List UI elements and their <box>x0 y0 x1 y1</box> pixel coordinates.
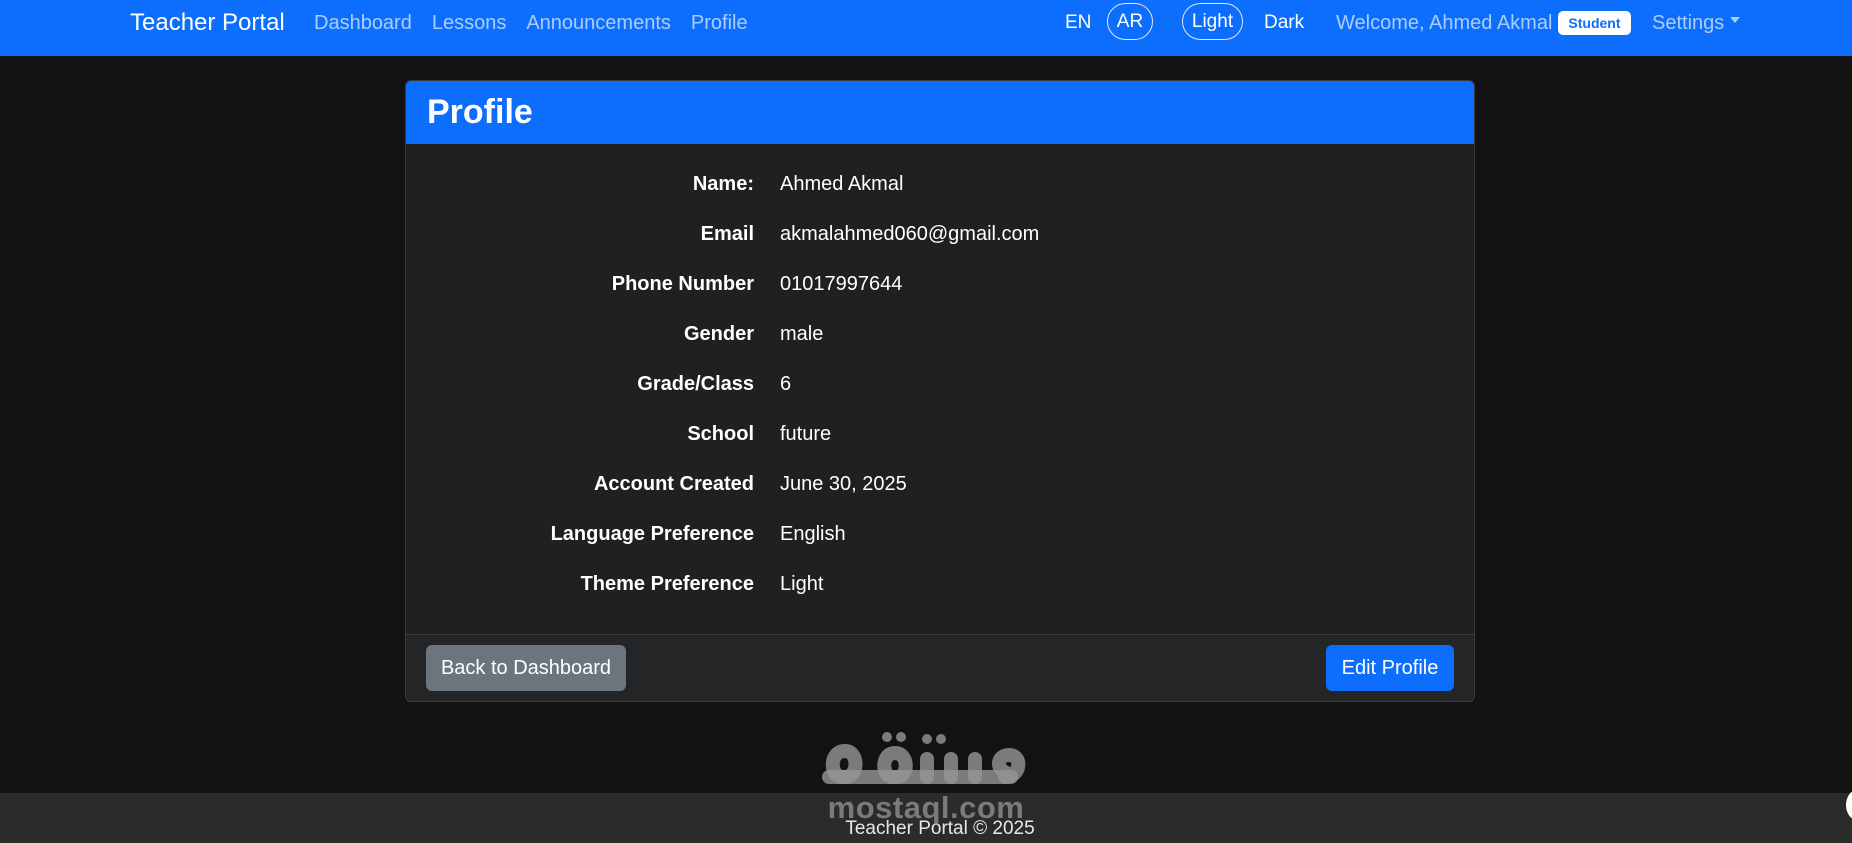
field-value: 6 <box>780 373 792 395</box>
nav-link-dashboard[interactable]: Dashboard <box>314 10 412 36</box>
mostaql-latin-text: mostaql.com <box>827 790 1025 825</box>
profile-card: Profile Name: Ahmed Akmal Email akmalahm… <box>405 80 1475 702</box>
field-label: Language Preference <box>550 523 754 545</box>
field-value: future <box>780 423 832 445</box>
profile-row-email: Email akmalahmed060@gmail.com <box>406 210 1474 260</box>
profile-row-theme: Theme Preference Light <box>406 560 1474 610</box>
field-label: Gender <box>683 323 754 345</box>
theme-dark-button[interactable]: Dark <box>1264 10 1304 36</box>
settings-label: Settings <box>1652 12 1725 34</box>
field-value: Ahmed Akmal <box>780 173 904 195</box>
field-value: 01017997644 <box>780 273 903 295</box>
top-navbar: Teacher Portal Dashboard Lessons Announc… <box>0 0 1852 56</box>
field-value: June 30, 2025 <box>780 473 907 495</box>
profile-row-grade: Grade/Class 6 <box>406 360 1474 410</box>
field-label: Phone Number <box>611 273 754 295</box>
field-value: English <box>780 523 846 545</box>
profile-card-footer: Back to Dashboard Edit Profile <box>406 634 1474 701</box>
profile-card-header: Profile <box>406 81 1474 144</box>
nav-link-lessons[interactable]: Lessons <box>432 10 507 36</box>
welcome-message: Welcome, Ahmed Akmal Student <box>1336 10 1631 36</box>
field-label: Name: <box>692 173 754 195</box>
lang-en-button[interactable]: EN <box>1065 10 1091 36</box>
page-title: Profile <box>427 93 533 131</box>
mostaql-arabic-logo <box>822 732 1026 784</box>
field-label: Theme Preference <box>580 573 754 595</box>
field-label: Account Created <box>593 473 754 495</box>
field-label: Grade/Class <box>637 373 754 395</box>
profile-row-account-created: Account Created June 30, 2025 <box>406 460 1474 510</box>
settings-dropdown[interactable]: Settings <box>1652 10 1741 36</box>
field-label: School <box>687 423 754 445</box>
theme-light-button[interactable]: Light <box>1182 3 1243 40</box>
welcome-text: Welcome, Ahmed Akmal <box>1336 12 1553 34</box>
profile-row-school: School future <box>406 410 1474 460</box>
caret-down-icon <box>1730 17 1741 23</box>
back-to-dashboard-button[interactable]: Back to Dashboard <box>426 645 626 691</box>
field-value: male <box>780 323 824 345</box>
lang-ar-button[interactable]: AR <box>1107 3 1153 40</box>
profile-row-gender: Gender male <box>406 310 1474 360</box>
mostaql-watermark: mostaql.com <box>815 725 1037 825</box>
field-value: akmalahmed060@gmail.com <box>780 223 1040 245</box>
profile-row-phone: Phone Number 01017997644 <box>406 260 1474 310</box>
role-badge: Student <box>1558 11 1631 35</box>
edit-profile-button[interactable]: Edit Profile <box>1326 645 1454 691</box>
field-label: Email <box>700 223 754 245</box>
nav-link-profile[interactable]: Profile <box>691 10 748 36</box>
nav-link-announcements[interactable]: Announcements <box>526 10 671 36</box>
field-value: Light <box>780 573 824 595</box>
nav-links: Dashboard Lessons Announcements Profile <box>314 10 768 36</box>
profile-row-language: Language Preference English <box>406 510 1474 560</box>
navbar-brand[interactable]: Teacher Portal <box>130 8 285 38</box>
profile-row-name: Name: Ahmed Akmal <box>406 160 1474 210</box>
